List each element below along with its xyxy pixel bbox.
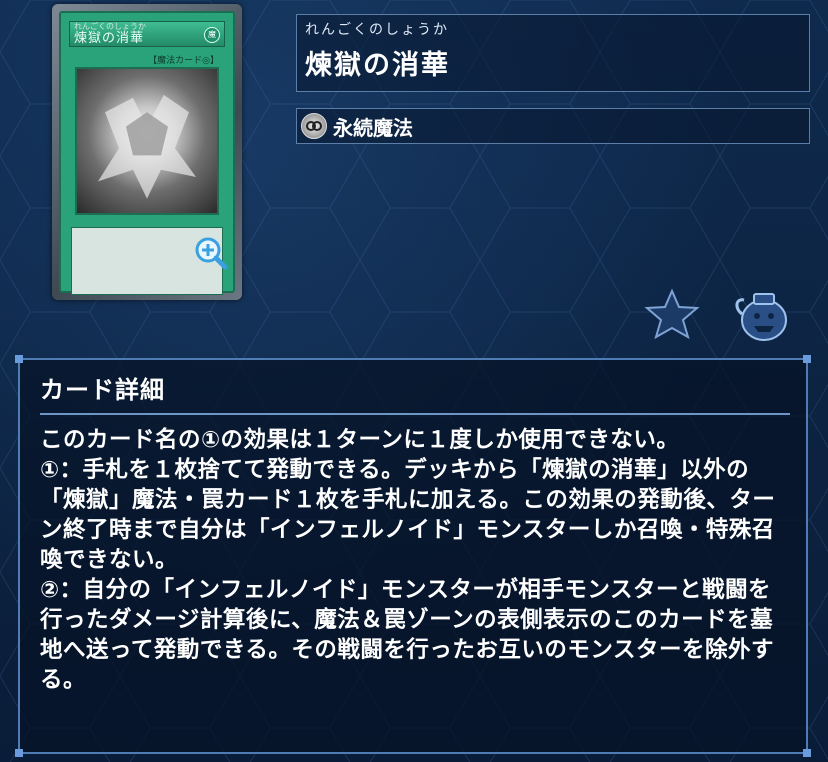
card-name: 煉獄の消華 <box>74 31 145 46</box>
card-artwork <box>75 67 219 215</box>
card-type-line: 【魔法カード◎】 <box>148 56 219 66</box>
card-detail-panel: カード詳細 このカード名の①の効果は１ターンに１度しか使用できない。 ①：手札を… <box>15 355 811 757</box>
continuous-spell-icon <box>301 113 327 139</box>
panel-corner-decoration <box>803 749 811 757</box>
panel-corner-decoration <box>803 355 811 363</box>
panel-corner-decoration <box>15 749 23 757</box>
card-name-bar: れんごくのしょうか 煉獄の消華 魔 <box>69 21 225 47</box>
card-name-title: 煉獄の消華 <box>305 50 450 81</box>
favorite-star-icon[interactable] <box>644 288 700 340</box>
zoom-in-icon[interactable] <box>194 236 228 270</box>
card-type-panel: 永続魔法 <box>296 108 810 144</box>
card-attribute-icon: 魔 <box>204 27 220 43</box>
card-name-ruby: れんごくのしょうか <box>305 22 449 38</box>
pot-of-greed-icon[interactable] <box>734 284 794 344</box>
card-image[interactable]: れんごくのしょうか 煉獄の消華 魔 【魔法カード◎】 <box>52 4 242 300</box>
card-effect-text: このカード名の①の効果は１ターンに１度しか使用できない。 ①：手札を１枚捨てて発… <box>40 427 776 693</box>
card-type-label: 永続魔法 <box>333 115 413 140</box>
card-name-panel: れんごくのしょうか 煉獄の消華 <box>296 14 810 92</box>
card-ruby: れんごくのしょうか <box>74 22 146 31</box>
panel-corner-decoration <box>15 355 23 363</box>
detail-header: カード詳細 <box>40 370 790 415</box>
